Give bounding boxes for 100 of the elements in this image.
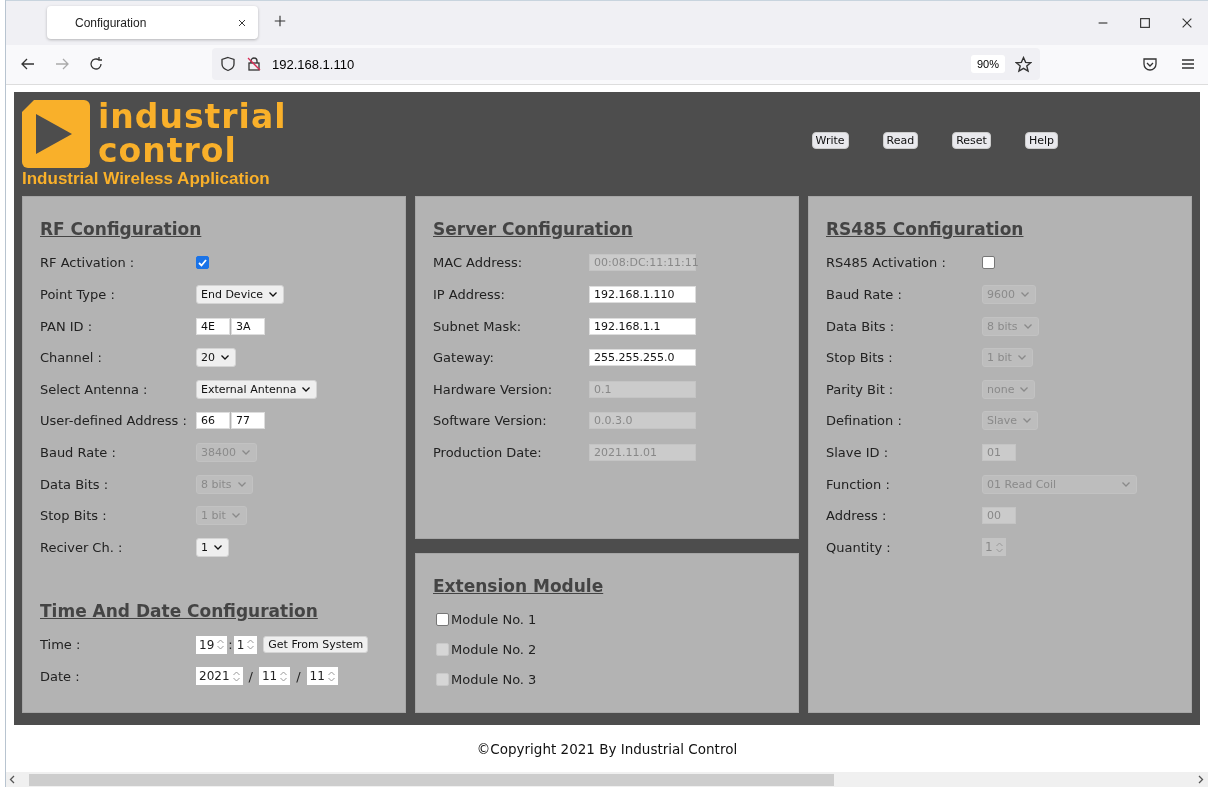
field-label: Gateway: — [433, 350, 495, 366]
section-title: RF Configuration — [40, 219, 202, 240]
field-label: Point Type : — [40, 287, 116, 303]
field-label: MAC Address: — [433, 255, 524, 271]
dropdown[interactable]: 20 — [196, 348, 236, 368]
dropdown[interactable]: 1 — [196, 537, 229, 557]
field-label: Data Bits : — [826, 318, 896, 334]
star-icon[interactable] — [1015, 55, 1032, 73]
scroll-left-icon[interactable] — [9, 775, 16, 785]
field-label: Reciver Ch. : — [40, 539, 124, 555]
separator-text: : — [228, 637, 233, 653]
new-tab-icon[interactable] — [273, 14, 287, 29]
spinner-arrows-icon — [247, 639, 255, 651]
dropdown[interactable]: End Device — [196, 285, 285, 305]
caret-icon — [237, 481, 246, 487]
field-label: Function : — [826, 476, 891, 492]
field-label: Software Version: — [433, 413, 548, 429]
logo-text: industrial — [98, 99, 287, 134]
separator-text: / — [296, 669, 301, 684]
caret-icon — [214, 544, 222, 550]
shield-icon[interactable] — [220, 56, 236, 73]
section-title: Time And Date Configuration — [40, 601, 318, 622]
field-label: Defination : — [826, 413, 903, 429]
text-field[interactable]: 4E — [196, 317, 230, 335]
caret-icon — [1023, 323, 1032, 329]
module-label: Module No. 3 — [451, 671, 537, 687]
field-label: Date : — [40, 669, 81, 684]
caret-icon — [1122, 481, 1130, 487]
text-field[interactable]: 77 — [231, 412, 265, 430]
play-logo-icon — [22, 99, 90, 168]
field-label: Channel : — [40, 350, 103, 366]
module-label: Module No. 1 — [451, 611, 537, 627]
scrollbar-thumb[interactable] — [29, 773, 834, 786]
caret-icon — [1020, 386, 1029, 392]
number-field[interactable]: 11 — [258, 667, 291, 686]
checkbox[interactable] — [982, 256, 995, 270]
text-field[interactable]: 192.168.1.110 — [589, 286, 696, 304]
header-button[interactable]: Reset — [952, 131, 991, 149]
spinner-arrows-icon — [327, 671, 335, 682]
field-label: Parity Bit : — [826, 381, 895, 397]
maximize-icon[interactable] — [1138, 15, 1152, 30]
section-title: Extension Module — [433, 576, 604, 597]
field-label: Baud Rate : — [40, 445, 117, 460]
text-field[interactable]: 255.255.255.0 — [589, 349, 696, 367]
field-label: Subnet Mask: — [433, 318, 523, 334]
dropdown[interactable]: External Antenna — [196, 379, 318, 399]
caret-icon — [302, 386, 311, 392]
field-label: Data Bits : — [40, 476, 110, 492]
section-title: Server Configuration — [433, 219, 633, 240]
field-label: Time : — [40, 637, 82, 653]
spinner-arrows-icon — [995, 541, 1003, 553]
field-label: Stop Bits : — [40, 508, 108, 524]
text-field[interactable]: 66 — [196, 412, 230, 430]
browser-tab[interactable]: Configuration — [47, 6, 258, 40]
field-label: User-defined Address : — [40, 413, 188, 429]
text-field[interactable]: 192.168.1.1 — [589, 317, 696, 335]
field-label: RF Activation : — [40, 255, 136, 271]
field-label: Select Antenna : — [40, 381, 149, 397]
caret-icon — [231, 513, 240, 519]
pocket-icon[interactable] — [1142, 56, 1158, 73]
number-field[interactable]: 11 — [306, 667, 338, 686]
field-label: Stop Bits : — [826, 350, 894, 366]
field-label: Address : — [826, 508, 888, 524]
url-text: 192.168.1.110 — [272, 56, 356, 72]
field-label: Baud Rate : — [826, 287, 903, 303]
separator-text: / — [248, 669, 253, 684]
caret-icon — [1021, 292, 1029, 298]
horizontal-scrollbar[interactable] — [6, 772, 1208, 787]
field-label: IP Address: — [433, 287, 506, 303]
text-field[interactable]: 3A — [231, 317, 265, 335]
caret-icon — [1017, 355, 1026, 361]
caret-icon — [221, 355, 229, 361]
spinner-arrows-icon — [217, 639, 225, 651]
caret-icon — [242, 450, 250, 455]
number-field[interactable]: 2021 — [196, 667, 243, 686]
zoom-level[interactable]: 90% — [970, 55, 1005, 74]
field-label: PAN ID : — [40, 318, 94, 334]
scroll-right-icon[interactable] — [1197, 775, 1204, 785]
spinner-arrows-icon — [280, 671, 288, 682]
checkbox[interactable] — [436, 612, 449, 626]
field-label: Production Date: — [433, 445, 543, 460]
number-field[interactable]: 19 — [196, 635, 228, 654]
section-title: RS485 Configuration — [826, 219, 1024, 240]
lock-icon[interactable] — [246, 56, 262, 73]
number-field[interactable]: 1 — [233, 635, 258, 654]
field-label: Quantity : — [826, 539, 892, 555]
caret-icon — [1023, 418, 1032, 424]
field-label: RS485 Activation : — [826, 255, 947, 271]
address-bar[interactable]: 192.168.1.110 90% — [212, 48, 1040, 81]
checkbox[interactable] — [196, 256, 209, 270]
reload-icon[interactable] — [88, 56, 104, 73]
header-button[interactable]: Help — [1024, 131, 1058, 149]
field-label: Slave ID : — [826, 445, 889, 460]
header-button[interactable]: Write — [811, 131, 849, 149]
header-button[interactable]: Read — [882, 131, 919, 149]
app-subtitle: Industrial Wireless Application — [22, 168, 270, 189]
get-from-system-button[interactable]: Get From System — [263, 636, 369, 654]
field-label: Hardware Version: — [433, 381, 554, 397]
spinner-arrows-icon — [232, 671, 240, 682]
copyright-text: ©Copyright 2021 By Industrial Control — [476, 740, 738, 757]
